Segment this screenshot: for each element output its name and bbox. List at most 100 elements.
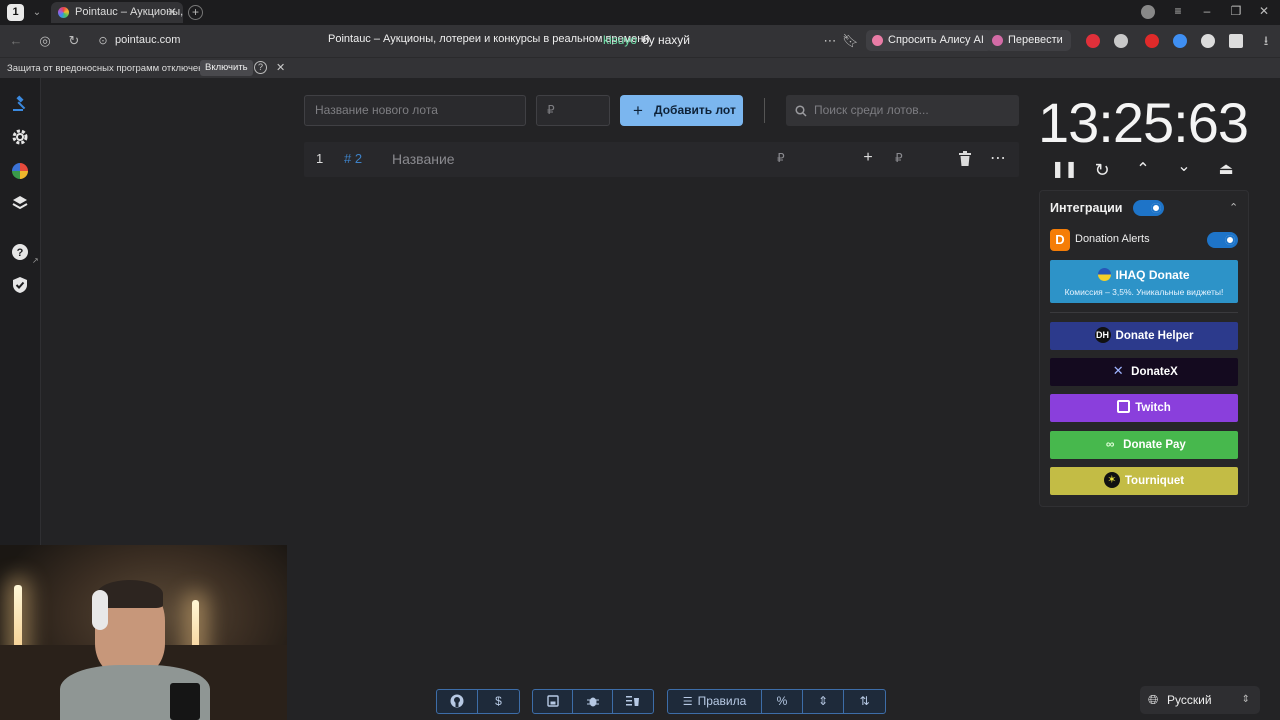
translate-button[interactable]: Перевести [986,30,1071,51]
minimize-icon[interactable]: – [1199,4,1215,18]
lot-add-amount-input[interactable]: ₽ [895,151,903,165]
language-label: Русский [1167,693,1212,707]
ask-alice-button[interactable]: Спросить Алису AI [866,30,992,51]
translate-label: Перевести [1008,34,1063,46]
svg-text:?: ? [17,247,24,259]
help-circle-icon[interactable]: ? [11,243,29,261]
webcam-overlay [0,545,287,720]
search-icon [795,105,807,117]
more-icon[interactable]: ⋯ [822,33,838,49]
toolbar-group-links: $ [436,689,520,714]
tourniquet-icon: ✶ [1103,471,1120,488]
reset-icon[interactable]: ↻ [1092,160,1112,180]
site-info-icon[interactable]: ⊙ [95,33,111,49]
wheel-icon[interactable] [11,162,29,180]
downloads-icon[interactable]: ⭳ [1258,33,1274,49]
extension-3-icon[interactable] [1145,34,1159,48]
clear-list-icon[interactable] [613,690,653,713]
donation-alerts-label: Donation Alerts [1075,233,1150,245]
lot-row[interactable]: 1 # 2 Название ₽ + ₽ ⋯ [304,142,1019,177]
donate-dollar-button[interactable]: $ [478,690,519,713]
stream-overlay-message: бу нахуй [642,33,690,47]
new-tab-button[interactable]: + [188,5,203,20]
bug-icon[interactable] [573,690,613,713]
timer-down-icon[interactable]: ⌄ [1174,157,1194,177]
twitch-label: Twitch [1135,402,1171,414]
donation-alerts-icon: D [1050,229,1070,251]
integrations-toggle[interactable] [1133,200,1164,216]
bookmark-icon[interactable]: 🔖︎ [842,33,859,49]
twitch-button[interactable]: Twitch [1050,394,1238,422]
timer-double-up-icon[interactable]: ⏏ [1216,160,1236,180]
toolbar-group-tools [532,689,654,714]
timer-up-icon[interactable]: ⌃ [1133,160,1153,180]
save-icon[interactable] [533,690,573,713]
add-lot-button[interactable]: + Добавить лот [620,95,743,126]
ihaq-donate-button[interactable]: IHAQ Donate Комиссия – 3,5%. Уникальные … [1050,260,1238,303]
lot-search-input[interactable]: Поиск среди лотов... [786,95,1019,126]
help-icon[interactable]: ? [254,61,267,74]
donate-helper-button[interactable]: DH Donate Helper [1050,322,1238,350]
sort-icon[interactable]: ⇅ [844,690,885,713]
enable-protection-button[interactable]: Включить [200,60,253,76]
browser-tab[interactable]: Pointauc – Аукционы, л ✕ [51,2,183,23]
lot-amount-input[interactable]: ₽ [777,151,785,165]
donate-pay-icon: ∞ [1105,436,1115,451]
divider [764,98,765,123]
translate-icon [992,35,1003,46]
rules-button[interactable]: ☰ Правила [668,690,762,713]
donate-pay-button[interactable]: ∞ Donate Pay [1050,431,1238,459]
shield-check-icon[interactable] [11,276,29,294]
collapse-chevron-icon[interactable]: ⌃ [1229,201,1238,214]
donate-pay-label: Donate Pay [1123,439,1186,451]
gear-icon[interactable] [11,128,29,146]
close-warning-icon[interactable]: ✕ [276,61,285,74]
extension-6-icon[interactable] [1229,34,1243,48]
ihaq-subtitle: Комиссия – 3,5%. Уникальные виджеты! [1064,287,1224,297]
extension-1-icon[interactable] [1086,34,1100,48]
menu-icon[interactable]: ≡ [1170,4,1186,18]
percent-button[interactable]: % [762,690,803,713]
home-icon[interactable]: ◎ [37,33,53,49]
trash-icon[interactable] [956,151,974,167]
lot-name-input[interactable]: Название [392,151,455,167]
ihaq-title: IHAQ Donate [1050,268,1238,282]
add-amount-plus-icon[interactable]: + [859,149,877,167]
restore-icon[interactable]: ❐ [1228,4,1244,18]
extension-5-icon[interactable] [1201,34,1215,48]
close-tab-icon[interactable]: ✕ [167,2,177,23]
donatex-icon: ✕ [1112,362,1124,378]
drink-can [170,683,200,720]
extension-2-icon[interactable] [1114,34,1128,48]
pause-icon[interactable]: ❚❚ [1051,160,1078,180]
stream-overlay-name: kisuyo [603,33,638,47]
reload-icon[interactable]: ↻ [66,33,82,49]
twitch-icon [1117,400,1131,414]
tab-list-chevron-icon[interactable]: ⌄ [29,4,45,21]
extension-4-icon[interactable] [1173,34,1187,48]
new-lot-name-input[interactable]: Название нового лота [304,95,526,126]
github-icon[interactable] [437,690,478,713]
layers-icon[interactable] [11,194,29,212]
back-icon[interactable]: ← [8,33,24,49]
auction-gavel-icon[interactable] [11,94,29,112]
external-link-icon: ↗ [32,256,39,265]
page-title: Pointauc – Аукционы, лотереи и конкурсы … [328,33,650,45]
language-select[interactable]: 🌐︎ Русский ⇕ [1140,686,1260,714]
alice-icon [872,35,883,46]
warning-text: Защита от вредоносных программ отключена [7,63,209,74]
profile-avatar[interactable] [1141,5,1155,19]
new-lot-amount-input[interactable]: ₽ [536,95,610,126]
lot-id: # 2 [344,151,363,166]
donatex-button[interactable]: ✕ DonateX [1050,358,1238,386]
tab-counter[interactable]: 1 [7,4,24,21]
close-window-icon[interactable]: ✕ [1256,4,1272,18]
more-options-icon[interactable]: ⋯ [989,148,1007,168]
url-text[interactable]: pointauc.com [115,34,180,46]
compress-icon[interactable]: ⇕ [803,690,844,713]
headphones [92,590,108,630]
donation-alerts-toggle[interactable] [1207,232,1238,248]
ihaq-icon [1098,268,1112,282]
ask-alice-label: Спросить Алису AI [888,34,984,46]
tourniquet-button[interactable]: ✶ Tourniquet [1050,467,1238,495]
